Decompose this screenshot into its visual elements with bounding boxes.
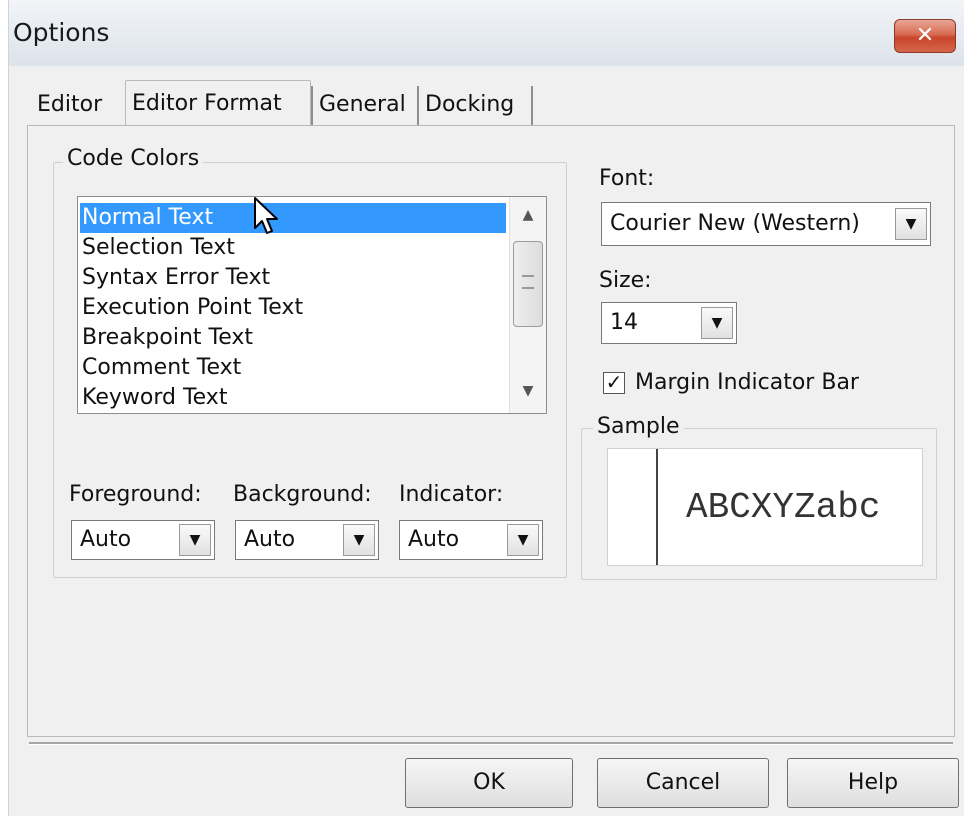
chevron-down-icon[interactable]: ▼ (895, 208, 927, 240)
foreground-select[interactable]: Auto ▼ (71, 520, 215, 560)
foreground-label: Foreground: (69, 482, 202, 507)
list-item[interactable]: Syntax Error Text (82, 263, 270, 293)
size-label: Size: (599, 268, 652, 293)
indicator-value: Auto (408, 527, 460, 552)
margin-indicator-label: Margin Indicator Bar (635, 370, 859, 395)
chevron-down-icon[interactable]: ▼ (179, 524, 211, 556)
window-title: Options (13, 18, 110, 47)
grip-icon (522, 275, 534, 289)
tab-editor-format[interactable]: Editor Format (125, 80, 311, 126)
list-item[interactable]: Selection Text (82, 233, 235, 263)
tab-divider (531, 86, 533, 128)
background-select[interactable]: Auto ▼ (235, 520, 379, 560)
list-item[interactable]: Normal Text (80, 203, 506, 233)
help-button[interactable]: Help (787, 758, 959, 808)
list-item[interactable]: Breakpoint Text (82, 323, 253, 353)
cancel-button[interactable]: Cancel (597, 758, 769, 808)
listbox-scrollbar[interactable]: ▲ ▼ (509, 197, 546, 413)
sample-text: ABCXYZabc (686, 487, 881, 528)
list-item[interactable]: Keyword Text (82, 383, 227, 413)
font-label: Font: (599, 166, 655, 191)
font-value: Courier New (Western) (610, 211, 860, 236)
chevron-down-icon[interactable]: ▼ (701, 307, 733, 339)
indicator-label: Indicator: (399, 482, 504, 507)
close-icon: ✕ (915, 23, 935, 48)
size-select[interactable]: 14 ▼ (601, 302, 737, 344)
list-item[interactable]: Comment Text (82, 353, 241, 383)
chevron-down-icon[interactable]: ▼ (343, 524, 375, 556)
font-select[interactable]: Courier New (Western) ▼ (601, 202, 931, 246)
sample-preview: ABCXYZabc (607, 448, 923, 566)
background-value: Auto (244, 527, 296, 552)
chevron-down-icon[interactable]: ▼ (507, 524, 539, 556)
sample-legend: Sample (593, 414, 684, 439)
tab-editor[interactable]: Editor (31, 86, 108, 126)
close-button[interactable]: ✕ (894, 19, 956, 53)
tab-general[interactable]: General (313, 86, 412, 126)
ok-button[interactable]: OK (405, 758, 573, 808)
indicator-select[interactable]: Auto ▼ (399, 520, 543, 560)
code-colors-legend: Code Colors (63, 146, 204, 171)
tab-docking[interactable]: Docking (419, 86, 520, 126)
foreground-value: Auto (80, 527, 132, 552)
margin-indicator-checkbox[interactable]: ✓ (603, 372, 625, 394)
mouse-pointer-icon (254, 197, 278, 234)
scroll-up-arrow-icon[interactable]: ▲ (510, 207, 546, 223)
title-bar: Options ✕ (9, 0, 964, 66)
code-colors-listbox[interactable]: Normal Text Selection Text Syntax Error … (77, 196, 547, 414)
background-label: Background: (233, 482, 372, 507)
margin-indicator-bar (608, 449, 658, 565)
list-item[interactable]: Execution Point Text (82, 293, 303, 323)
button-separator (29, 742, 953, 745)
scroll-down-arrow-icon[interactable]: ▼ (510, 383, 546, 399)
size-value: 14 (610, 310, 638, 335)
options-dialog: Options ✕ Editor Editor Format General D… (8, 0, 964, 816)
